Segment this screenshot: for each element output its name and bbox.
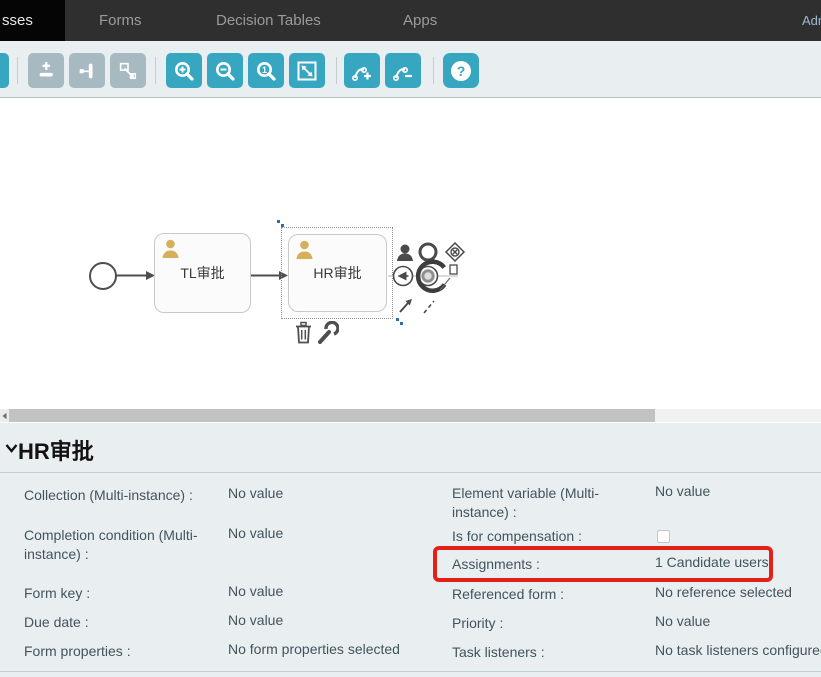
property-label: Task listeners : <box>452 643 637 662</box>
toolbar-separator <box>336 57 337 84</box>
catch-event-icon[interactable] <box>394 267 413 286</box>
zoom-out-icon <box>213 59 237 83</box>
user-icon <box>161 239 180 259</box>
properties-header[interactable]: HR审批 <box>0 423 821 472</box>
horizontal-scrollbar[interactable] <box>0 409 821 422</box>
dashed-connection-icon[interactable] <box>424 301 434 313</box>
zoom-in-icon <box>172 59 196 83</box>
add-bendpoint-icon <box>350 59 374 83</box>
chevron-down-icon <box>5 443 18 453</box>
add-bendpoint-button[interactable] <box>344 53 380 88</box>
align-vertical-icon <box>35 60 57 82</box>
svg-text:?: ? <box>457 63 466 79</box>
align-horizontal-icon <box>76 60 98 82</box>
editor-toolbar: 1 <box>0 41 821 98</box>
trash-icon[interactable] <box>296 323 311 343</box>
selection-handle[interactable] <box>277 220 280 223</box>
svg-text:1: 1 <box>262 65 267 75</box>
selected-element-title: HR审批 <box>18 434 94 466</box>
property-label: Form properties : <box>24 642 224 661</box>
property-value[interactable]: 1 Candidate users <box>655 553 769 572</box>
tab-decision-tables[interactable]: Decision Tables <box>216 12 321 29</box>
zoom-actual-button[interactable]: 1 <box>248 53 284 88</box>
zoom-out-button[interactable] <box>207 53 243 88</box>
help-icon: ? <box>448 58 474 84</box>
property-label: Element variable (Multi-instance) : <box>452 484 637 522</box>
user-menu[interactable]: Adm <box>802 13 821 28</box>
selection-handle[interactable] <box>400 322 403 325</box>
property-label: Assignments : <box>452 555 637 574</box>
property-value[interactable]: No value <box>228 611 283 630</box>
selection-handle[interactable] <box>281 224 284 227</box>
panel-divider <box>0 671 821 672</box>
toolbar-separator <box>17 57 18 84</box>
user-task-hr[interactable]: HR审批 <box>288 234 387 312</box>
toolbar-separator <box>155 57 156 84</box>
panel-divider <box>0 472 821 473</box>
property-value[interactable]: No value <box>655 482 710 501</box>
remove-bendpoint-button[interactable] <box>385 53 421 88</box>
properties-panel: HR审批 Collection (Multi-instance) : No va… <box>0 423 821 677</box>
same-size-icon <box>117 60 139 82</box>
remove-bendpoint-icon <box>391 59 415 83</box>
property-value[interactable]: No value <box>655 612 710 631</box>
task-label: TL审批 <box>180 263 224 283</box>
property-value[interactable]: No value <box>228 484 283 503</box>
connection-arrow-icon[interactable] <box>400 299 412 312</box>
wrench-icon[interactable] <box>320 322 338 342</box>
scrollbar-thumb[interactable] <box>9 409 655 422</box>
property-value[interactable]: No value <box>228 582 283 601</box>
user-task-tl[interactable]: TL审批 <box>154 233 251 313</box>
compensation-checkbox[interactable] <box>657 530 670 543</box>
zoom-fit-button[interactable] <box>289 53 325 88</box>
context-pad <box>388 240 480 320</box>
tab-forms[interactable]: Forms <box>99 12 142 29</box>
zoom-actual-icon: 1 <box>254 59 278 83</box>
zoom-fit-icon <box>295 59 319 83</box>
start-event[interactable] <box>89 262 117 290</box>
scroll-left-button[interactable] <box>0 409 9 422</box>
top-navigation-bar: sses Forms Decision Tables Apps Adm <box>0 0 821 41</box>
property-label: Is for compensation : <box>452 527 637 546</box>
property-label: Completion condition (Multi-instance) : <box>24 526 224 564</box>
flowable-modeler-app: sses Forms Decision Tables Apps Adm <box>0 0 821 677</box>
zoom-in-button[interactable] <box>166 53 202 88</box>
help-button[interactable]: ? <box>443 53 479 88</box>
create-user-task-icon[interactable] <box>397 245 413 262</box>
property-value[interactable]: No reference selected <box>655 583 792 602</box>
property-label: Due date : <box>24 613 224 632</box>
property-label: Referenced form : <box>452 585 637 604</box>
sequence-flow-1[interactable] <box>115 268 156 283</box>
tab-processes[interactable]: sses <box>2 12 33 29</box>
property-label: Priority : <box>452 614 637 633</box>
property-label: Form key : <box>24 584 224 603</box>
property-value[interactable]: No task listeners configured <box>655 641 821 660</box>
property-value[interactable]: No value <box>228 524 283 543</box>
property-value[interactable]: No form properties selected <box>228 640 400 659</box>
property-label: Collection (Multi-instance) : <box>24 486 224 505</box>
toolbar-separator <box>433 57 434 84</box>
toolbar-partial-button[interactable] <box>0 53 9 88</box>
user-icon <box>295 240 314 260</box>
align-vertical-button[interactable] <box>28 53 64 88</box>
task-actions <box>293 321 339 345</box>
bpmn-canvas[interactable]: TL审批 HR审批 <box>0 98 821 409</box>
create-gateway-icon[interactable] <box>446 243 464 261</box>
tab-apps[interactable]: Apps <box>403 12 437 29</box>
task-label: HR审批 <box>313 263 361 283</box>
align-horizontal-button[interactable] <box>69 53 105 88</box>
create-end-event-icon[interactable] <box>420 244 436 260</box>
same-size-button[interactable] <box>110 53 146 88</box>
